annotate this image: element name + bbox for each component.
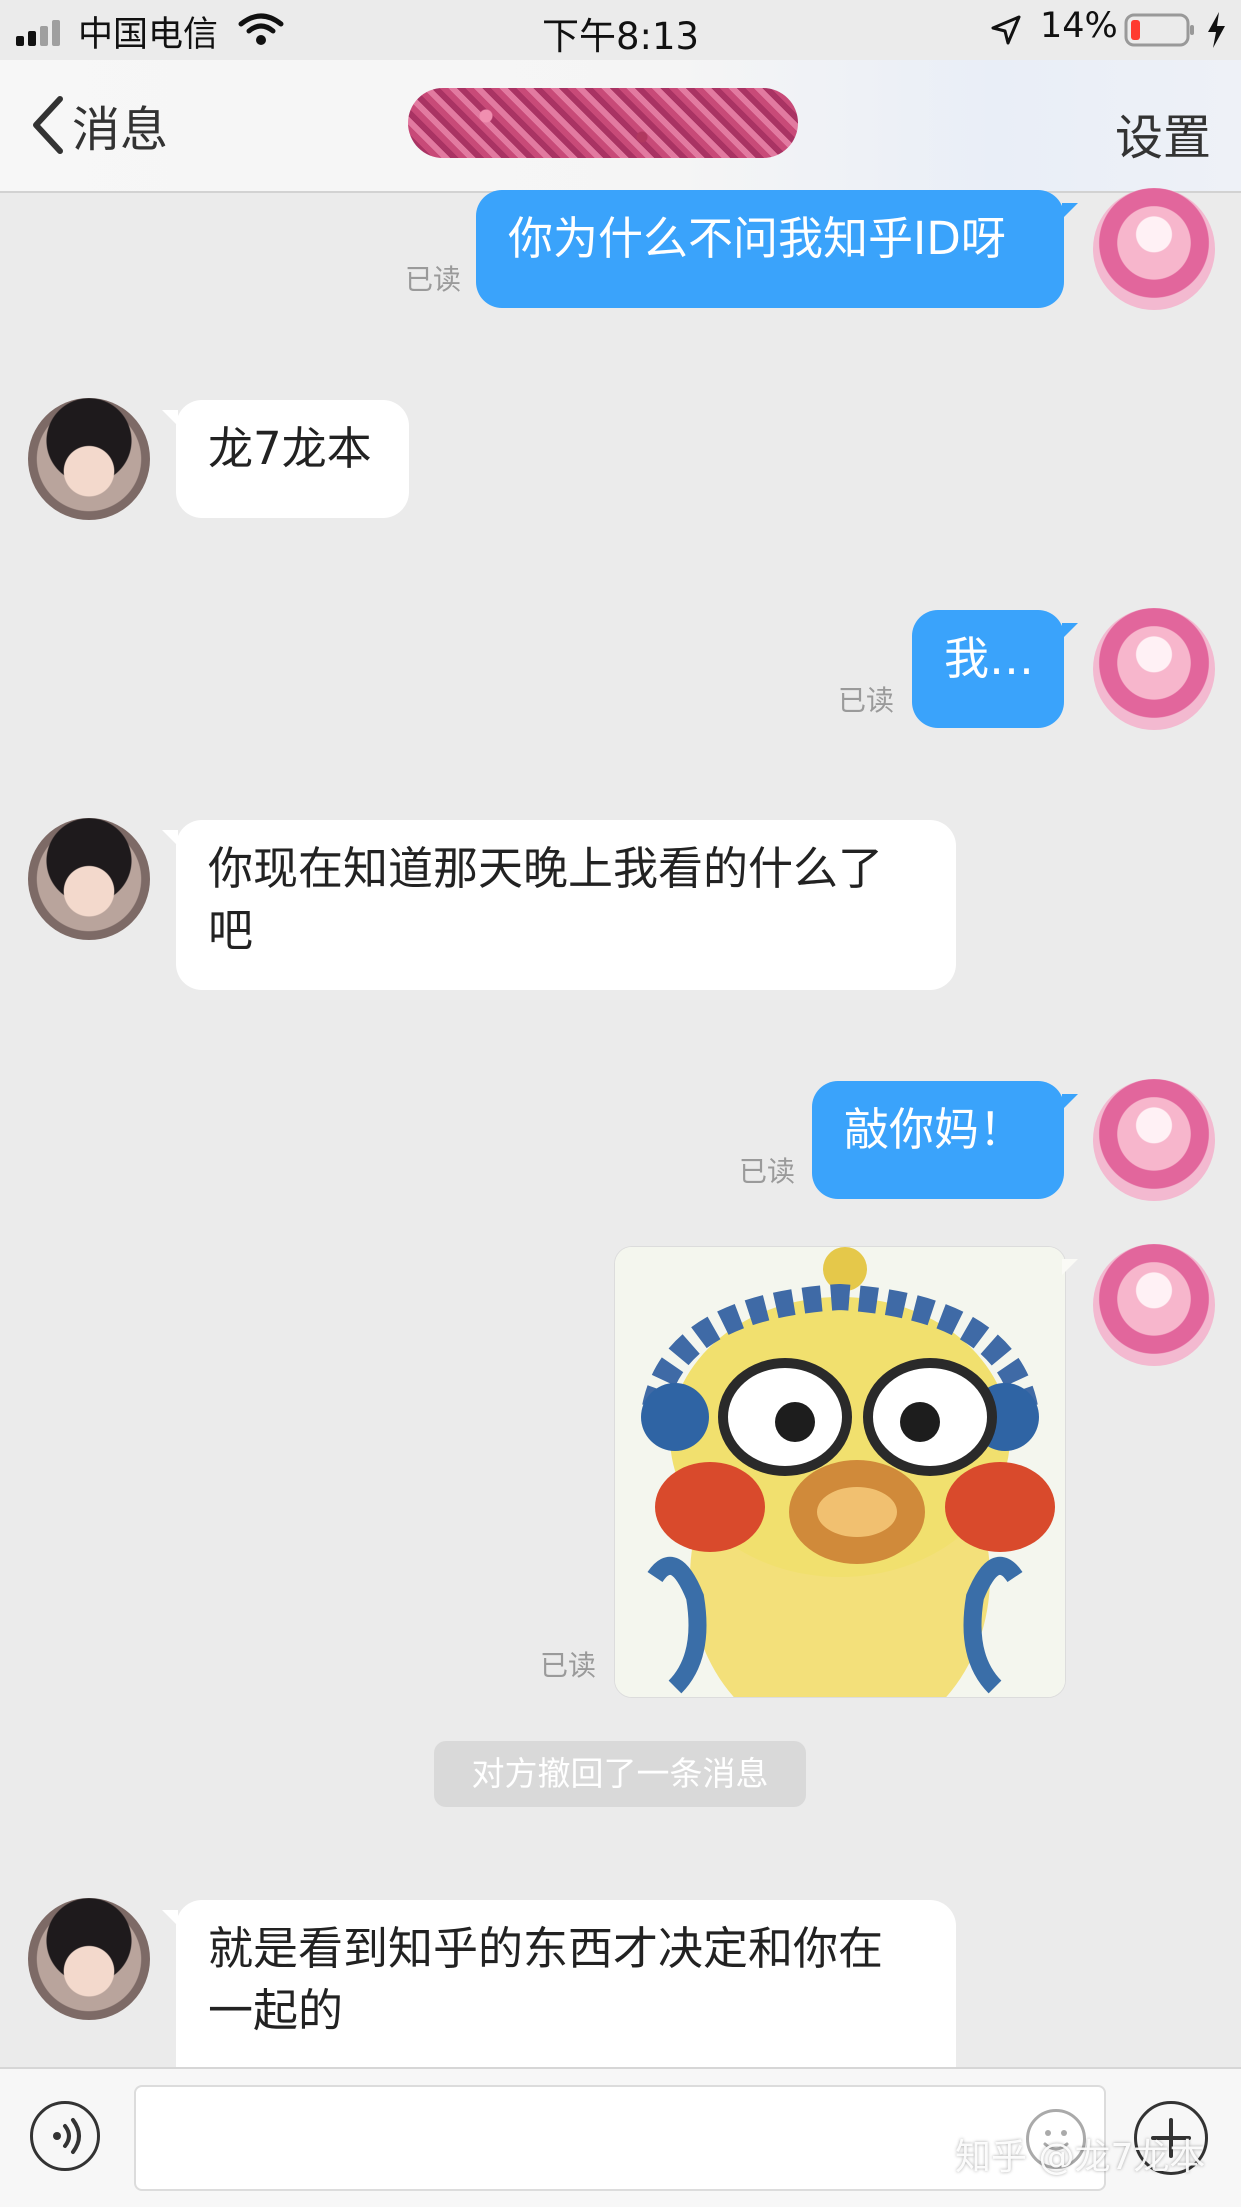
redacted-contact-name [408, 88, 798, 158]
voice-icon [53, 2118, 81, 2154]
duck-sticker-image [615, 1247, 1065, 1697]
bubble-tail [1062, 1259, 1078, 1275]
my-avatar[interactable] [1093, 1244, 1215, 1366]
recall-notice: 对方撤回了一条消息 [434, 1741, 806, 1807]
message-bubble-sent[interactable]: 我… [912, 610, 1064, 728]
message-bubble-received[interactable]: 就是看到知乎的东西才决定和你在 一起的 [176, 1900, 956, 2067]
bubble-tail [1062, 203, 1078, 219]
message-bubble-sent[interactable]: 你为什么不问我知乎ID呀 [476, 190, 1064, 308]
message-bubble-received[interactable]: 你现在知道那天晚上我看的什么了 吧 [176, 820, 956, 990]
message-bubble-received[interactable]: 龙7龙本 [176, 400, 409, 518]
status-bar: 中国电信 下午8:13 14% [0, 0, 1241, 60]
bubble-tail [1062, 1094, 1078, 1110]
read-receipt: 已读 [838, 684, 895, 717]
my-avatar[interactable] [1093, 1079, 1215, 1201]
charging-bolt-icon [1208, 12, 1225, 48]
contact-avatar[interactable] [28, 398, 150, 520]
battery-low-icon [1124, 13, 1194, 47]
read-receipt: 已读 [405, 263, 462, 296]
chevron-left-icon [33, 96, 63, 154]
settings-button[interactable]: 设置 [1115, 98, 1211, 168]
battery-percent: 14% [1040, 6, 1118, 46]
contact-avatar[interactable] [28, 818, 150, 940]
bubble-tail [1062, 623, 1078, 639]
contact-avatar[interactable] [28, 1898, 150, 2020]
watermark: 知乎 @龙7龙本 [955, 2137, 1206, 2178]
message-bubble-sent[interactable]: 敲你妈！ [812, 1081, 1064, 1199]
read-receipt: 已读 [540, 1649, 597, 1682]
read-receipt: 已读 [739, 1155, 796, 1188]
yellow-duck-sticker[interactable] [614, 1246, 1066, 1698]
my-avatar[interactable] [1093, 188, 1215, 310]
voice-button[interactable] [30, 2101, 100, 2171]
location-arrow-icon [991, 15, 1021, 45]
my-avatar[interactable] [1093, 608, 1215, 730]
chat-header: 消息 设置 [0, 60, 1241, 193]
back-label: 消息 [72, 102, 169, 158]
back-button[interactable]: 消息 [30, 90, 168, 160]
